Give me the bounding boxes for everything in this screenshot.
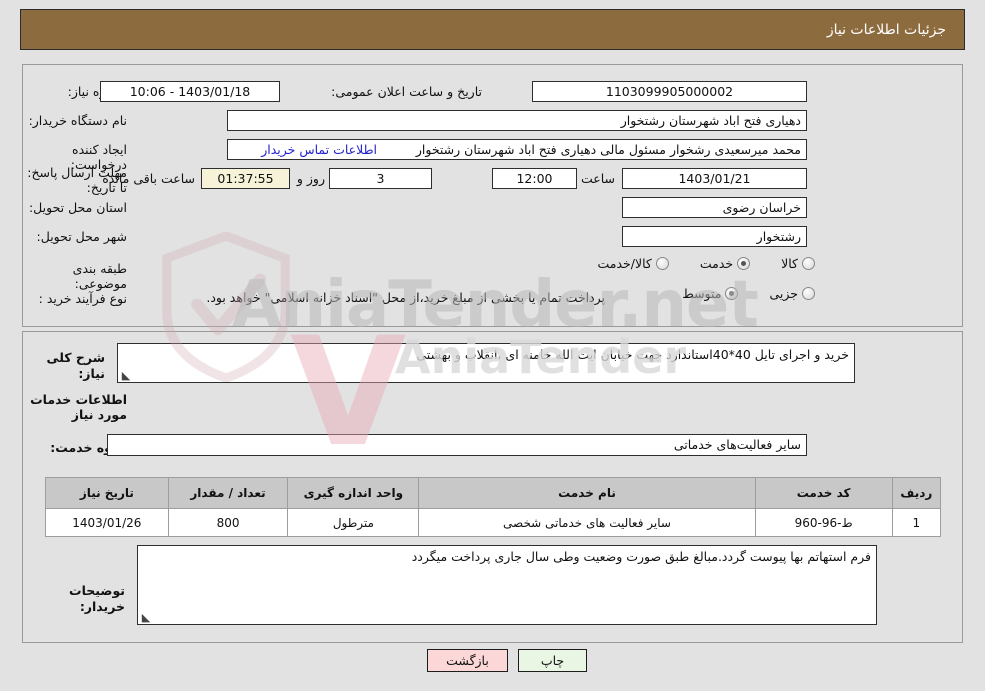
purchase-type-option-jozei[interactable]: جزیی	[769, 286, 815, 301]
general-description-label: شرح کلی نیاز:	[46, 350, 105, 381]
category-option-kala-label: کالا	[781, 256, 798, 271]
province-label: استان محل تحویل:	[28, 200, 127, 215]
purchase-type-option-motavaset-label: متوسط	[682, 286, 722, 301]
cell-quantity: 800	[167, 508, 289, 537]
need-number-field[interactable]: 1103099905000002	[532, 81, 807, 102]
cell-service-code: ط-96-960	[754, 508, 893, 537]
col-service-name: نام خدمت	[418, 477, 756, 509]
service-group-field[interactable]: سایر فعالیت‌های خدماتی	[107, 434, 807, 456]
table-row: 1 ط-96-960 سایر فعالیت های خدماتی شخصی م…	[45, 508, 942, 537]
radio-icon[interactable]	[802, 257, 815, 270]
category-option-kala-khedmat-label: کالا/خدمت	[597, 256, 652, 271]
buyer-org-field[interactable]: دهیاری فتح اباد شهرستان رشتخوار	[227, 110, 807, 131]
print-button[interactable]: چاپ	[518, 649, 587, 672]
services-section-heading: اطلاعات خدمات مورد نیاز	[30, 392, 127, 422]
back-button[interactable]: بازگشت	[427, 649, 508, 672]
category-radio-group[interactable]: کالا خدمت کالا/خدمت	[571, 256, 815, 271]
announce-datetime-label: تاریخ و ساعت اعلان عمومی:	[331, 84, 482, 99]
cell-row-no: 1	[891, 508, 942, 537]
city-label: شهر محل تحویل:	[36, 229, 127, 244]
category-option-khedmat[interactable]: خدمت	[699, 256, 751, 271]
purchase-type-option-motavaset[interactable]: متوسط	[682, 286, 739, 301]
col-unit: واحد اندازه گیری	[287, 477, 420, 509]
radio-icon[interactable]	[802, 287, 815, 300]
resize-grip-icon[interactable]: ◢	[120, 369, 132, 382]
page-title-bar: جزئیات اطلاعات نیاز	[20, 9, 965, 50]
province-field[interactable]: خراسان رضوی	[622, 197, 807, 218]
buyer-org-label: نام دستگاه خریدار:	[28, 113, 127, 128]
buyer-notes-label: توضیحات خریدار:	[69, 583, 125, 614]
countdown-suffix: ساعت باقی مانده	[102, 171, 195, 186]
deadline-date-field[interactable]: 1403/01/21	[622, 168, 807, 189]
purchase-type-label: نوع فرآیند خرید :	[38, 291, 127, 306]
col-need-date: تاریخ نیاز	[45, 477, 169, 509]
buyer-notes-textarea[interactable]: فرم استهاتم بها پیوست گردد.مبالغ طبق صور…	[137, 545, 877, 625]
category-option-kala-khedmat[interactable]: کالا/خدمت	[597, 256, 669, 271]
remaining-days-field[interactable]: 3	[329, 168, 432, 189]
radio-icon[interactable]	[725, 287, 739, 300]
col-service-code: کد خدمت	[754, 477, 893, 509]
cell-service-name: سایر فعالیت های خدماتی شخصی	[418, 508, 756, 537]
radio-icon[interactable]	[737, 257, 751, 270]
category-option-khedmat-label: خدمت	[699, 256, 734, 271]
remaining-days-suffix: روز و	[296, 171, 325, 186]
buyer-notes-value: فرم استهاتم بها پیوست گردد.مبالغ طبق صور…	[411, 549, 871, 564]
buyer-contact-link[interactable]: اطلاعات تماس خریدار	[261, 139, 377, 160]
service-group-value: سایر فعالیت‌های خدماتی	[673, 437, 801, 452]
resize-grip-icon[interactable]: ◢	[140, 611, 152, 624]
col-row-no: ردیف	[891, 477, 942, 509]
purchase-type-radio-group[interactable]: جزیی متوسط	[656, 286, 815, 301]
cell-unit: مترطول	[287, 508, 420, 537]
city-field[interactable]: رشتخوار	[622, 226, 807, 247]
table-header-row: ردیف کد خدمت نام خدمت واحد اندازه گیری ت…	[45, 477, 942, 509]
cell-need-date: 1403/01/26	[45, 508, 169, 537]
col-quantity: تعداد / مقدار	[167, 477, 289, 509]
services-table: ردیف کد خدمت نام خدمت واحد اندازه گیری ت…	[45, 477, 942, 537]
page-title: جزئیات اطلاعات نیاز	[826, 21, 946, 38]
announce-datetime-field[interactable]: 1403/01/18 - 10:06	[100, 81, 280, 102]
general-description-textarea[interactable]: خرید و اجرای تایل 40*40استاندارد جهت خیا…	[117, 343, 855, 383]
general-description-value: خرید و اجرای تایل 40*40استاندارد جهت خیا…	[416, 347, 849, 362]
deadline-hour-label: ساعت	[580, 171, 615, 186]
category-label: طبقه بندی موضوعی:	[72, 261, 127, 291]
countdown-field: 01:37:55	[201, 168, 290, 189]
purchase-type-note: پرداخت تمام یا بخشی از مبلغ خرید،از محل …	[206, 290, 605, 305]
category-option-kala[interactable]: کالا	[781, 256, 815, 271]
purchase-type-option-jozei-label: جزیی	[769, 286, 798, 301]
deadline-hour-field[interactable]: 12:00	[492, 168, 577, 189]
radio-icon[interactable]	[655, 257, 669, 270]
